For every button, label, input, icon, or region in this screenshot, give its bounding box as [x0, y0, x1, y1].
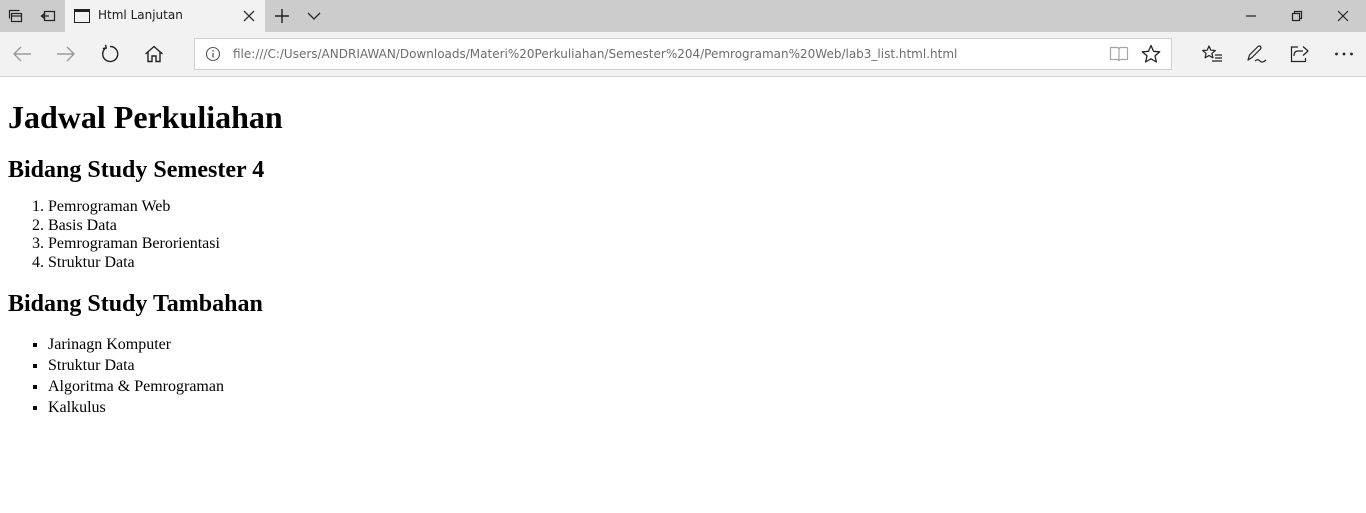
favorites-icon	[1202, 45, 1222, 62]
refresh-button[interactable]	[90, 36, 130, 72]
more-icon	[1335, 52, 1353, 56]
close-icon	[243, 10, 255, 22]
list-item: Pemrograman Berorientasi	[48, 235, 1358, 254]
list-item: Kalkulus	[48, 397, 1358, 418]
site-info-button[interactable]	[205, 46, 221, 62]
web-notes-button[interactable]	[1236, 36, 1276, 72]
tab-preview-toggle[interactable]	[298, 0, 330, 32]
share-button[interactable]	[1280, 36, 1320, 72]
section-heading-semester-4: Bidang Study Semester 4	[8, 157, 265, 183]
address-bar[interactable]: file:///C:/Users/ANDRIAWAN/Downloads/Mat…	[194, 38, 1172, 70]
set-aside-tabs-button[interactable]	[32, 0, 64, 32]
info-icon	[205, 46, 221, 62]
ordered-list-semester-4: Pemrograman Web Basis Data Pemrograman B…	[8, 198, 1358, 272]
new-tab-button[interactable]	[266, 0, 298, 32]
home-button[interactable]	[134, 36, 174, 72]
back-arrow-icon	[13, 46, 31, 62]
pen-icon	[1247, 45, 1267, 63]
favorites-hub-button[interactable]	[1192, 36, 1232, 72]
tab-manager-icon	[8, 9, 23, 23]
share-icon	[1290, 46, 1309, 63]
list-item: Struktur Data	[48, 254, 1358, 273]
list-item: Basis Data	[48, 217, 1358, 236]
minimize-icon	[1246, 15, 1256, 17]
home-icon	[145, 45, 163, 63]
add-favorite-button[interactable]	[1137, 41, 1165, 67]
list-item: Jarinagn Komputer	[48, 334, 1358, 355]
tab-html-lanjutan[interactable]: Html Lanjutan	[65, 0, 265, 32]
page-icon	[74, 9, 90, 23]
window-close-icon	[1337, 10, 1349, 22]
restore-button[interactable]	[1274, 0, 1320, 32]
restore-icon	[1291, 10, 1303, 22]
reading-view-icon	[1109, 46, 1129, 62]
forward-arrow-icon	[57, 46, 75, 62]
chevron-down-icon	[307, 12, 321, 20]
more-button[interactable]	[1324, 36, 1364, 72]
plus-icon	[275, 9, 289, 23]
back-button[interactable]	[2, 36, 42, 72]
window-close-button[interactable]	[1320, 0, 1366, 32]
unordered-list-tambahan: Jarinagn Komputer Struktur Data Algoritm…	[8, 334, 1358, 418]
forward-button[interactable]	[46, 36, 86, 72]
url-text: file:///C:/Users/ANDRIAWAN/Downloads/Mat…	[233, 47, 958, 61]
tab-manager-button[interactable]	[0, 0, 32, 32]
tab-title: Html Lanjutan	[98, 8, 183, 22]
list-item: Algoritma & Pemrograman	[48, 376, 1358, 397]
set-aside-tabs-icon	[40, 10, 56, 22]
page-content: Jadwal Perkuliahan Bidang Study Semester…	[8, 77, 1358, 418]
refresh-icon	[102, 44, 119, 63]
minimize-button[interactable]	[1228, 0, 1274, 32]
tab-close-button[interactable]	[237, 4, 261, 28]
list-item: Pemrograman Web	[48, 198, 1358, 217]
navigation-bar: file:///C:/Users/ANDRIAWAN/Downloads/Mat…	[0, 32, 1366, 77]
star-icon	[1141, 44, 1161, 63]
title-bar: Html Lanjutan	[0, 0, 1366, 32]
page-title: Jadwal Perkuliahan	[8, 99, 283, 135]
section-heading-tambahan: Bidang Study Tambahan	[8, 291, 263, 317]
reading-view-button[interactable]	[1105, 41, 1133, 67]
list-item: Struktur Data	[48, 355, 1358, 376]
